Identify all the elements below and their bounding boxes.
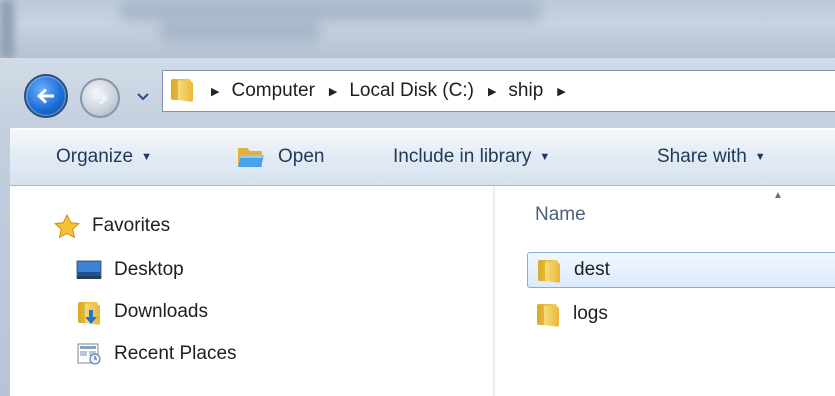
navigation-bar: ▶ Computer ▶ Local Disk (C:) ▶ ship ▶ — [0, 58, 835, 128]
favorites-label: Favorites — [92, 215, 171, 236]
breadcrumb-local-disk[interactable]: Local Disk (C:) ▶ — [349, 80, 508, 102]
downloads-label: Downloads — [114, 301, 208, 322]
recent-places-icon — [76, 342, 102, 366]
open-button[interactable]: Open — [236, 129, 324, 185]
breadcrumb-label: ship — [508, 80, 544, 101]
organize-button[interactable]: Organize ▼ — [56, 129, 152, 185]
recent-places-label: Recent Places — [114, 343, 237, 364]
organize-label: Organize — [56, 146, 134, 167]
share-label: Share with — [657, 146, 747, 167]
chevron-down-icon: ▼ — [539, 151, 551, 163]
nav-item-desktop[interactable]: Desktop — [76, 258, 184, 282]
blurred-background-window — [120, 0, 540, 22]
sort-ascending-icon: ▲ — [773, 190, 783, 201]
breadcrumb-label: Local Disk (C:) — [349, 80, 474, 101]
nav-item-downloads[interactable]: Downloads — [76, 300, 208, 326]
desktop-icon — [76, 258, 102, 282]
window-frame-edge — [0, 128, 10, 396]
window-titlebar — [0, 0, 835, 58]
file-list: ▲ Name dest logs — [495, 186, 835, 396]
include-label: Include in library — [393, 146, 532, 167]
breadcrumb-label: Computer — [231, 80, 315, 101]
file-name: logs — [573, 303, 608, 324]
desktop-label: Desktop — [114, 259, 184, 280]
recent-pages-dropdown[interactable] — [136, 90, 150, 104]
open-label: Open — [278, 146, 325, 167]
chevron-down-icon: ▼ — [754, 151, 766, 163]
chevron-down-icon — [137, 93, 149, 101]
chevron-right-icon[interactable]: ▶ — [557, 85, 565, 98]
address-bar[interactable]: ▶ Computer ▶ Local Disk (C:) ▶ ship ▶ — [162, 70, 835, 112]
folder-icon — [536, 258, 562, 284]
back-button[interactable] — [24, 74, 68, 118]
chevron-right-icon: ▶ — [211, 85, 220, 98]
forward-button[interactable] — [80, 78, 120, 118]
command-bar: Organize ▼ Open Include in library ▼ Sha… — [10, 128, 835, 186]
include-in-library-button[interactable]: Include in library ▼ — [393, 129, 550, 185]
breadcrumb-ship[interactable]: ship ▶ — [508, 80, 577, 102]
list-item-logs[interactable]: logs — [527, 296, 835, 332]
column-header-label: Name — [535, 204, 586, 225]
chevron-right-icon[interactable]: ▶ — [329, 85, 337, 98]
navigation-pane: Favorites Desktop Downloads Recent Place… — [10, 186, 493, 396]
folder-icon — [535, 302, 561, 328]
star-icon — [54, 213, 80, 239]
blurred-background-window — [160, 22, 320, 40]
folder-icon — [169, 77, 197, 105]
window-frame-edge — [0, 0, 14, 58]
column-header-name[interactable]: Name — [535, 204, 586, 226]
forward-arrow-icon — [92, 91, 109, 105]
nav-item-recent-places[interactable]: Recent Places — [76, 342, 237, 366]
back-arrow-icon — [37, 88, 54, 104]
breadcrumb-computer[interactable]: Computer ▶ — [231, 80, 349, 102]
nav-item-favorites[interactable]: Favorites — [54, 213, 171, 239]
breadcrumb-root-arrow[interactable]: ▶ — [197, 85, 231, 98]
downloads-folder-icon — [76, 300, 102, 326]
share-with-button[interactable]: Share with ▼ — [657, 129, 766, 185]
file-name: dest — [574, 259, 610, 280]
chevron-right-icon[interactable]: ▶ — [488, 85, 496, 98]
list-item-dest[interactable]: dest — [527, 252, 835, 288]
open-folder-icon — [236, 144, 266, 170]
chevron-down-icon: ▼ — [141, 151, 152, 163]
